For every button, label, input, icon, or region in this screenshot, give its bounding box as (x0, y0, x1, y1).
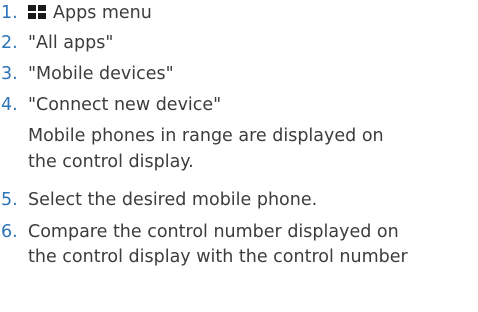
step-label: Select the desired mobile phone. (28, 190, 318, 210)
step-label: "Connect new device" (28, 95, 222, 115)
step-label-line-1: Compare the control number displayed on (28, 222, 399, 242)
step-label: "All apps" (28, 33, 114, 53)
step-label-line-2: the control display with the control num… (28, 247, 408, 267)
step-number: 2. (1, 33, 18, 53)
step-label: Apps menu (53, 3, 152, 23)
note-line-1: Mobile phones in range are displayed on (28, 126, 384, 146)
apps-grid-icon (28, 5, 46, 19)
step-number: 1. (1, 3, 18, 23)
step-number: 3. (1, 64, 18, 84)
step-label: "Mobile devices" (28, 64, 174, 84)
note-line-2: the control display. (28, 152, 194, 172)
step-number: 4. (1, 95, 18, 115)
step-number: 5. (1, 190, 18, 210)
step-number: 6. (1, 222, 18, 242)
step-text: Apps menu (28, 0, 152, 26)
